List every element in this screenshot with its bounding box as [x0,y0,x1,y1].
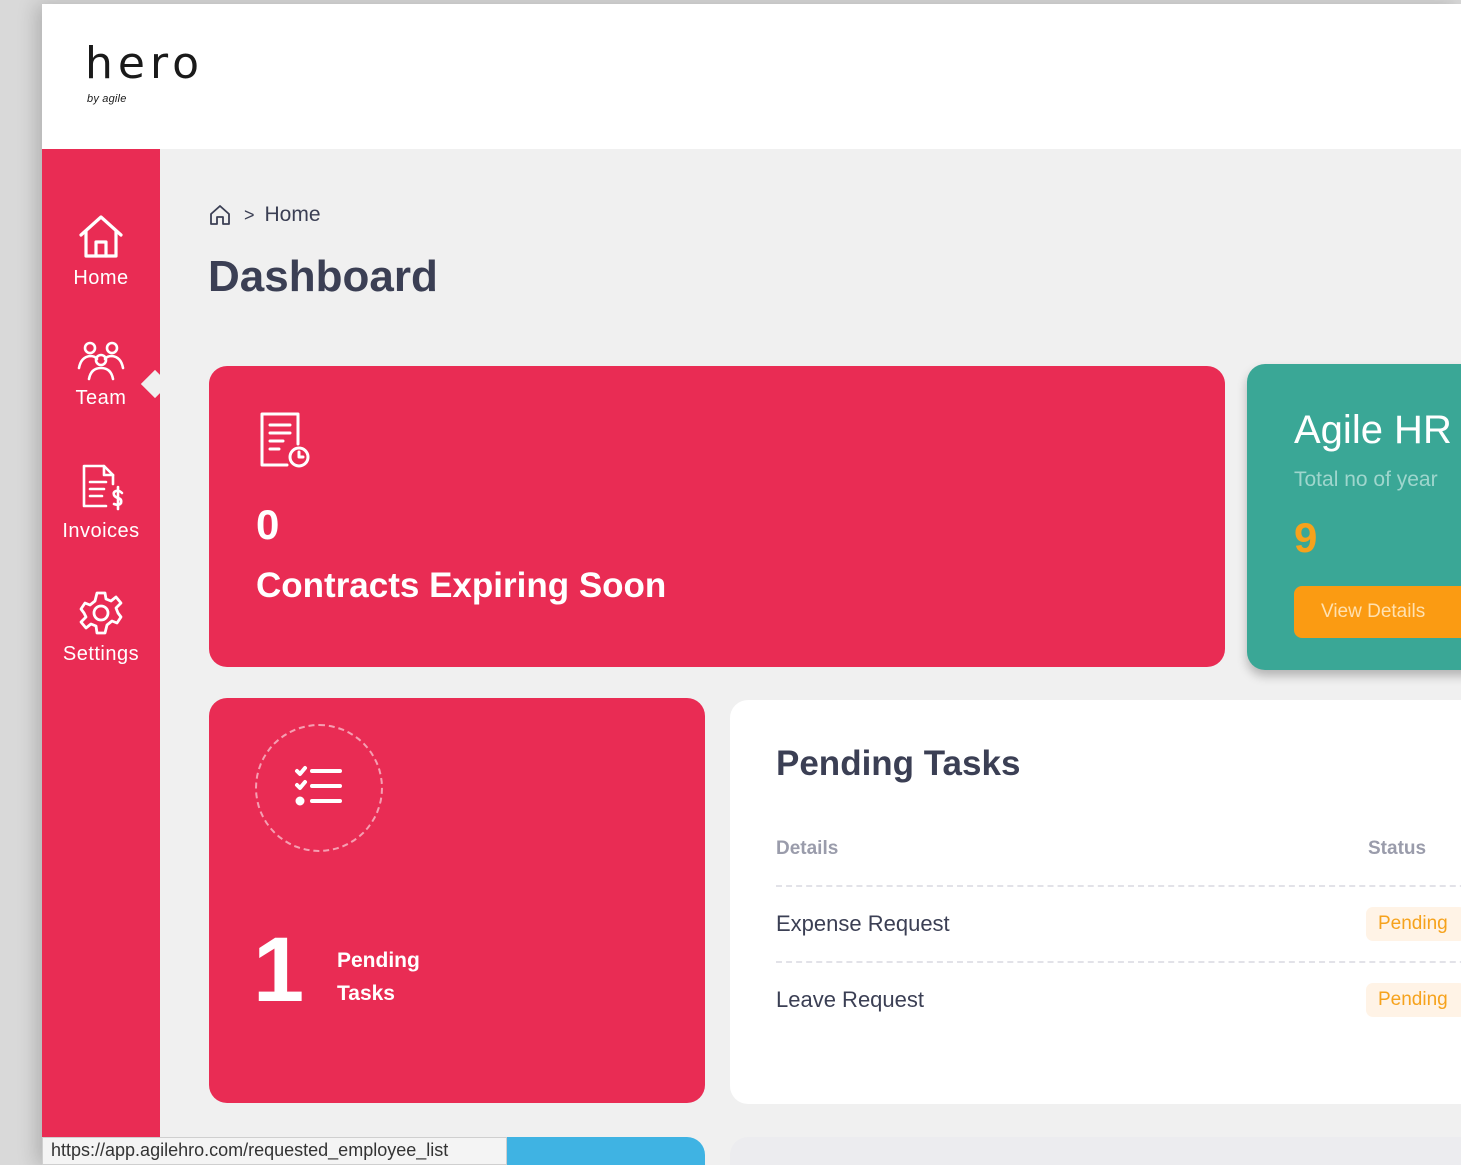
agile-hr-card: Agile HR Total no of year 9 View Details [1247,364,1461,670]
column-header-status: Status [1368,838,1427,859]
invoice-icon [82,464,124,511]
home-icon[interactable] [208,203,232,227]
pending-label-line1: Pending [337,949,420,972]
status-bar-url: https://app.agilehro.com/requested_emplo… [42,1137,507,1165]
sidebar-item-home[interactable]: Home [42,211,160,290]
sidebar: Home Team Invoices Settings [42,149,170,1165]
contract-clock-icon [260,412,310,468]
row-divider [776,961,1461,963]
column-header-details: Details [776,838,839,859]
pending-tasks-card[interactable]: 1 Pending Tasks [209,698,705,1103]
pending-icon-circle [255,724,383,852]
checklist-icon [295,766,342,806]
sidebar-item-label: Settings [62,643,140,665]
sidebar-item-label: Home [73,267,129,289]
team-icon [77,341,125,381]
sidebar-item-label: Team [75,387,127,409]
agile-subtitle: Total no of year [1294,468,1438,491]
agile-count: 9 [1294,514,1318,561]
contracts-label: Contracts Expiring Soon [256,566,667,605]
status-badge: Pending [1366,907,1461,941]
sidebar-item-invoices[interactable]: Invoices [42,462,160,543]
logo[interactable]: hero [85,42,204,86]
top-bar: hero by agile [42,4,1461,149]
sidebar-item-team[interactable]: Team [42,341,160,410]
task-details: Leave Request [776,987,924,1012]
pending-label-line2: Tasks [337,982,395,1005]
bottom-card-right [730,1137,1461,1165]
breadcrumb-separator: > [244,204,255,225]
gear-icon [79,591,123,635]
pending-tasks-panel: Pending Tasks Details Status Expense Req… [730,700,1461,1104]
breadcrumb: > Home [208,202,321,228]
contracts-count: 0 [256,501,280,548]
app-window: hero by agile Home Team Invoices Setting… [42,4,1461,1165]
agile-title: Agile HR [1294,408,1452,452]
panel-title: Pending Tasks [776,744,1021,783]
contracts-card[interactable]: 0 Contracts Expiring Soon [209,366,1225,667]
sidebar-item-settings[interactable]: Settings [42,589,160,666]
breadcrumb-current[interactable]: Home [265,203,321,227]
view-details-button[interactable]: View Details [1294,586,1461,638]
status-badge: Pending [1366,983,1461,1017]
page-title: Dashboard [208,252,438,301]
task-details: Expense Request [776,911,950,936]
sidebar-item-label: Invoices [62,520,140,542]
row-divider [776,885,1461,887]
pending-label: Pending Tasks [337,944,457,1010]
logo-tagline: by agile [87,93,127,105]
pending-count: 1 [253,919,305,1021]
home-icon [79,215,123,258]
